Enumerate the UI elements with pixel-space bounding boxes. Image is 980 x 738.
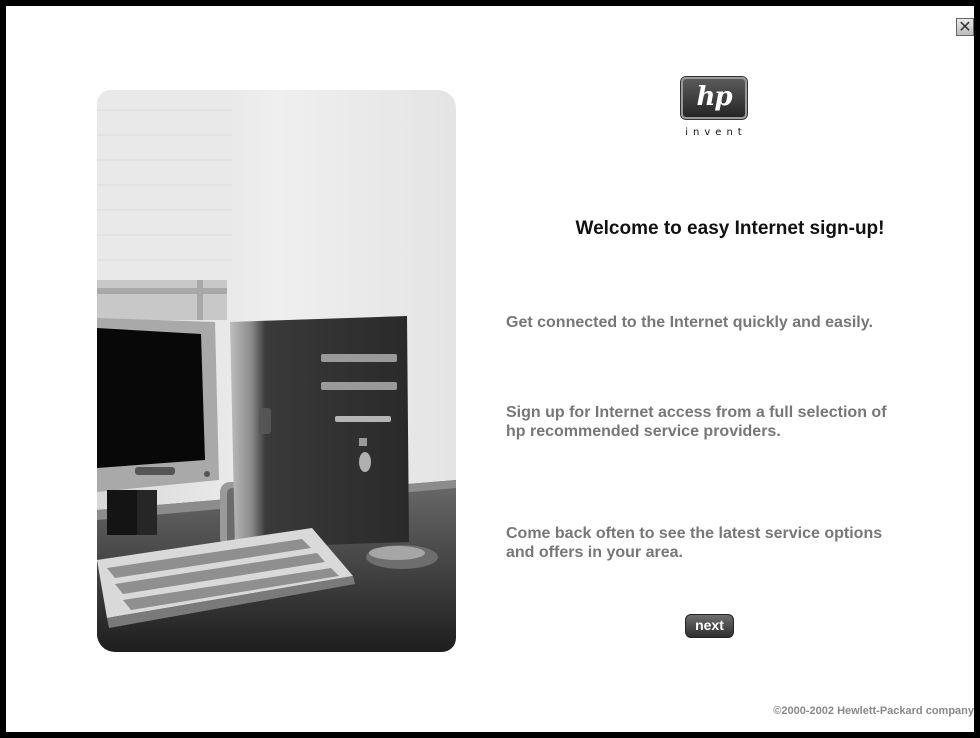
hp-logo-tagline: invent <box>685 127 747 138</box>
signup-window: ✕ hp invent Welcome to easy Internet sig… <box>6 6 974 732</box>
hp-logo: hp invent <box>674 77 754 138</box>
hp-logo-mark: hp <box>681 77 747 119</box>
welcome-heading: Welcome to easy Internet sign-up! <box>575 218 885 239</box>
copyright-text: ©2000-2002 Hewlett-Packard company <box>773 705 974 717</box>
intro-paragraph-2: Sign up for Internet access from a full … <box>506 404 887 440</box>
desktop-computer-photo <box>97 90 456 652</box>
next-button[interactable]: next <box>685 614 734 638</box>
intro-paragraph-3: Come back often to see the latest servic… <box>506 525 883 561</box>
close-icon[interactable]: ✕ <box>956 18 974 36</box>
intro-paragraph-1: Get connected to the Internet quickly an… <box>506 314 873 331</box>
